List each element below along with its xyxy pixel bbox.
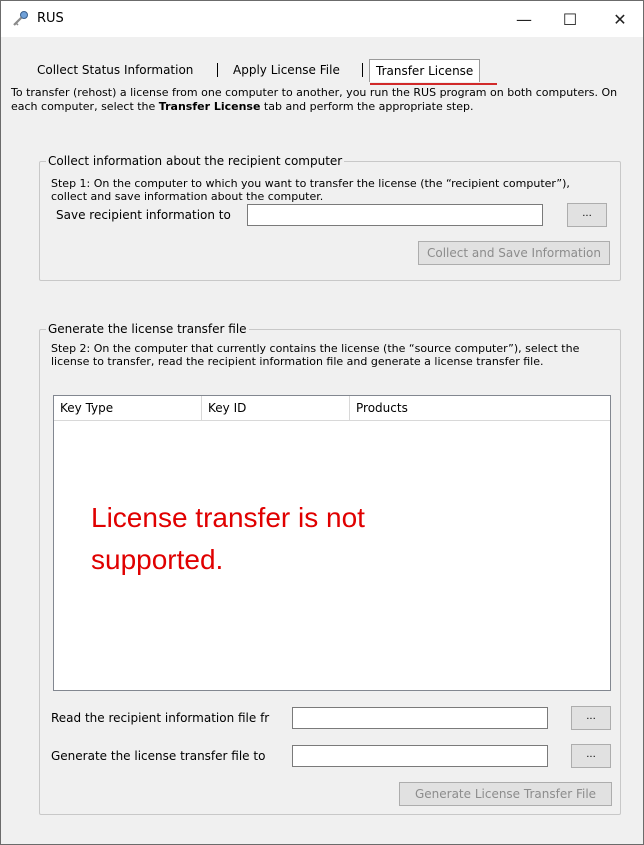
generate-to-label: Generate the license transfer file to: [51, 749, 266, 763]
tab-apply-license[interactable]: Apply License File: [227, 59, 346, 81]
rus-window: RUS — ☐ ✕ Collect Status Information App…: [0, 0, 644, 845]
generate-transfer-file-button[interactable]: Generate License Transfer File: [399, 782, 612, 806]
generate-to-input[interactable]: [292, 745, 548, 767]
title-bar[interactable]: RUS — ☐ ✕: [1, 1, 643, 37]
not-supported-message: License transfer is not supported.: [91, 502, 365, 575]
minimize-icon: —: [516, 9, 532, 29]
tab-collect-status[interactable]: Collect Status Information: [31, 59, 199, 81]
save-recipient-input[interactable]: [247, 204, 543, 226]
step1-text: Step 1: On the computer to which you wan…: [51, 177, 570, 203]
save-recipient-browse-button[interactable]: ...: [567, 203, 607, 227]
step2-text: Step 2: On the computer that currently c…: [51, 342, 580, 368]
save-recipient-label: Save recipient information to: [56, 208, 231, 222]
tab-transfer-license[interactable]: Transfer License: [369, 59, 481, 82]
app-key-icon: [13, 11, 28, 26]
column-key-id[interactable]: Key ID: [202, 396, 350, 420]
window-title: RUS: [37, 11, 64, 26]
active-tab-underline: [370, 83, 497, 85]
read-recipient-label: Read the recipient information file fr: [51, 711, 270, 725]
collect-group-legend: Collect information about the recipient …: [46, 154, 345, 168]
column-key-type[interactable]: Key Type: [54, 396, 202, 420]
minimize-button[interactable]: —: [501, 1, 547, 37]
collect-save-button[interactable]: Collect and Save Information: [418, 241, 610, 265]
maximize-button[interactable]: ☐: [547, 1, 593, 37]
close-button[interactable]: ✕: [597, 1, 643, 37]
read-recipient-browse-button[interactable]: ...: [571, 706, 611, 730]
tab-separator: [217, 63, 218, 77]
column-products[interactable]: Products: [350, 396, 610, 420]
read-recipient-input[interactable]: [292, 707, 548, 729]
close-icon: ✕: [613, 9, 627, 29]
license-list-header: Key Type Key ID Products: [54, 396, 610, 421]
maximize-icon: ☐: [562, 9, 578, 29]
generate-to-browse-button[interactable]: ...: [571, 744, 611, 768]
intro-text: To transfer (rehost) a license from one …: [11, 86, 618, 113]
generate-group-legend: Generate the license transfer file: [46, 322, 249, 336]
intro-bold-tab-name: Transfer License: [158, 100, 261, 113]
tab-separator: [362, 63, 363, 77]
